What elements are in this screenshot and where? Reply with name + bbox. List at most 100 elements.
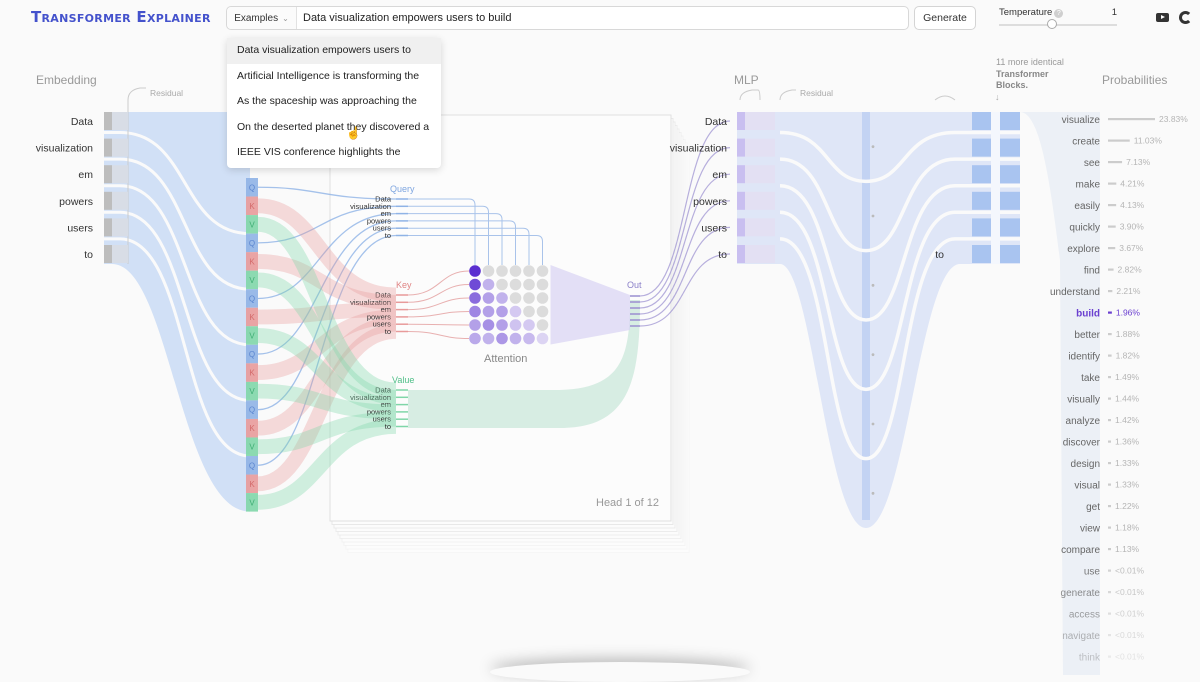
probability-token: see	[1084, 158, 1101, 169]
neuron-dot	[871, 214, 875, 218]
layer-norm-vector	[745, 218, 775, 237]
probability-token: easily	[1074, 201, 1100, 212]
q-letter: Q	[249, 183, 255, 192]
probability-bar	[1108, 139, 1130, 142]
examples-dropdown-menu: Data visualization empowers users to Arti…	[227, 38, 441, 168]
temperature-slider-handle[interactable]	[1047, 19, 1058, 29]
attention-cell	[523, 265, 535, 277]
block-output-vector	[1000, 245, 1020, 263]
probability-bar	[1108, 182, 1117, 185]
probability-bar	[1108, 440, 1111, 443]
probabilities-title: Probabilities	[1102, 73, 1167, 87]
probability-bar	[1108, 247, 1116, 250]
residual-bracket	[779, 89, 796, 101]
probability-bar	[1108, 311, 1112, 314]
block-output-vector	[972, 218, 992, 237]
probability-value: <0.01%	[1115, 630, 1145, 640]
block-output-vector	[1000, 165, 1020, 184]
generate-button[interactable]: Generate	[914, 6, 976, 30]
attention-cell	[536, 319, 549, 331]
blocks-note-line: Transformer	[996, 68, 1049, 79]
head-counter[interactable]: Head 1 of 12	[596, 497, 659, 509]
attention-cell	[523, 278, 535, 291]
block-output-vector	[1000, 218, 1020, 237]
mlp-input-vector	[737, 218, 745, 237]
mlp-token-label: to	[718, 249, 727, 261]
q-token-label: to	[385, 231, 391, 240]
help-circle-icon[interactable]: ?	[1054, 9, 1064, 18]
attention-cell	[496, 265, 508, 277]
block-output-vector	[972, 165, 992, 184]
block-output-vector	[1000, 191, 1020, 210]
q-letter: Q	[249, 350, 255, 359]
block-output-vector	[1000, 112, 1020, 130]
mlp-input-vector	[737, 112, 745, 130]
attention-cell	[496, 278, 508, 291]
k-letter: K	[249, 257, 255, 266]
probabilities-list: visualize 23.83% create 11.03% see 7.13% make 4…	[1020, 112, 1188, 675]
k-letter: K	[249, 424, 255, 433]
arrow-down-icon: ↓	[995, 91, 1000, 102]
token-embedding-vector	[104, 218, 112, 237]
q-letter: Q	[249, 461, 255, 470]
dropdown-item[interactable]: On the deserted planet they discovered a	[227, 115, 441, 141]
probability-bar	[1108, 268, 1114, 271]
app-logo: Transformer Explainer	[31, 8, 211, 26]
dropdown-item[interactable]: Artificial Intelligence is transforming …	[227, 64, 441, 90]
q-letter: Q	[249, 294, 255, 303]
probability-bar	[1108, 161, 1123, 164]
probability-token: view	[1080, 524, 1101, 535]
token-embedding-vector	[104, 245, 112, 263]
attention-cell	[482, 278, 495, 291]
dropdown-item[interactable]: IEEE VIS conference highlights the	[227, 140, 441, 166]
probability-bar	[1108, 333, 1112, 336]
attention-cell	[523, 332, 535, 345]
probability-value: 4.13%	[1120, 200, 1145, 210]
dropdown-item[interactable]: As the spaceship was approaching the	[227, 89, 441, 115]
probability-value: 1.36%	[1115, 437, 1140, 447]
attention-cell	[509, 292, 522, 304]
attention-cell	[496, 292, 508, 304]
temperature-value: 1	[1111, 7, 1117, 18]
probability-value: 11.03%	[1134, 136, 1163, 146]
k-token-label: to	[385, 327, 391, 336]
attention-cell	[469, 305, 481, 318]
attention-cell	[469, 278, 481, 291]
youtube-icon[interactable]	[1156, 13, 1169, 22]
probability-token: access	[1069, 610, 1100, 621]
temperature-slider[interactable]	[999, 24, 1117, 26]
block-output-vector	[972, 112, 992, 130]
probability-bar	[1108, 655, 1111, 658]
probability-bar	[1108, 290, 1113, 293]
block-output-vector	[972, 245, 992, 263]
embedding-layer: DataQKVvisualizationQKVemQKVpowersQKVuse…	[36, 87, 258, 512]
attention-cell	[523, 305, 535, 318]
out-label: Out	[627, 280, 642, 290]
dropdown-item[interactable]: Data visualization empowers users to	[227, 38, 441, 64]
scroll-shadow	[490, 662, 750, 682]
embedding-token-label: powers	[59, 196, 93, 208]
probability-value: 2.82%	[1118, 265, 1143, 275]
probability-token: visual	[1074, 481, 1100, 492]
v-letter: V	[249, 443, 255, 452]
mlp-bracket	[739, 89, 761, 101]
probability-bar	[1108, 505, 1111, 508]
token-embedding-vector	[104, 191, 112, 210]
probability-value: 1.44%	[1115, 394, 1140, 404]
layer-norm-vector	[745, 138, 775, 157]
probability-value: 1.18%	[1115, 523, 1140, 533]
layer-norm-vector	[745, 191, 775, 210]
probability-token: analyze	[1066, 416, 1101, 427]
mlp-token-label: powers	[693, 196, 727, 208]
github-icon[interactable]	[1179, 11, 1192, 24]
mlp-title: MLP	[734, 73, 759, 87]
layer-norm-vector	[745, 245, 775, 263]
prompt-input[interactable]	[297, 12, 908, 24]
mlp-input-vector	[737, 165, 745, 184]
temperature-label: Temperature	[999, 7, 1053, 18]
attention-cell	[482, 292, 495, 304]
examples-dropdown-button[interactable]: Examples ⌄	[227, 7, 297, 29]
attention-cell	[469, 292, 481, 304]
probability-value: <0.01%	[1115, 587, 1145, 597]
residual-label-2: Residual	[800, 88, 833, 98]
